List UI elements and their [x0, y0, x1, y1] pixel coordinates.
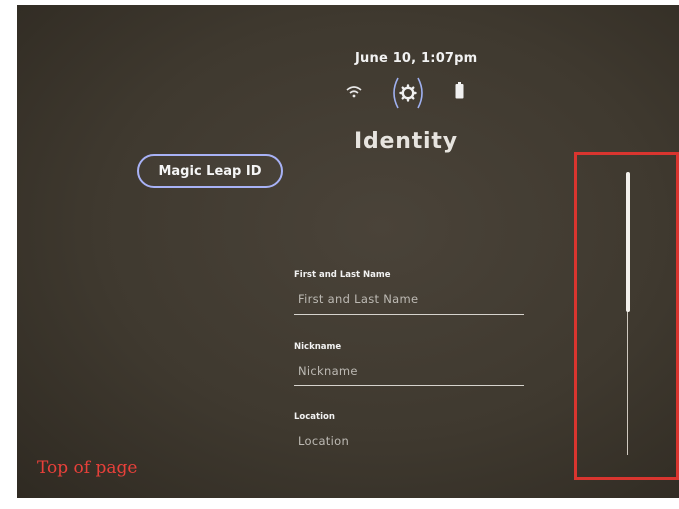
battery-icon [455, 82, 464, 99]
nickname-label: Nickname [294, 342, 342, 352]
first-last-name-label: First and Last Name [294, 270, 391, 280]
first-last-name-input[interactable]: First and Last Name [298, 292, 418, 306]
magic-leap-id-label: Magic Leap ID [158, 163, 262, 179]
wifi-icon [346, 86, 362, 98]
settings-button[interactable] [386, 74, 430, 112]
magic-leap-id-button[interactable]: Magic Leap ID [137, 154, 283, 188]
first-last-name-underline [294, 314, 524, 315]
scrollbar-highlight-box [574, 152, 679, 480]
nickname-underline [294, 385, 524, 386]
page-title: Identity [354, 129, 458, 154]
gear-icon [399, 84, 417, 102]
nickname-input[interactable]: Nickname [298, 364, 358, 378]
annotation-label: Top of page [37, 458, 138, 478]
status-date-time: June 10, 1:07pm [355, 51, 478, 66]
location-label: Location [294, 412, 335, 422]
location-input[interactable]: Location [298, 434, 349, 448]
